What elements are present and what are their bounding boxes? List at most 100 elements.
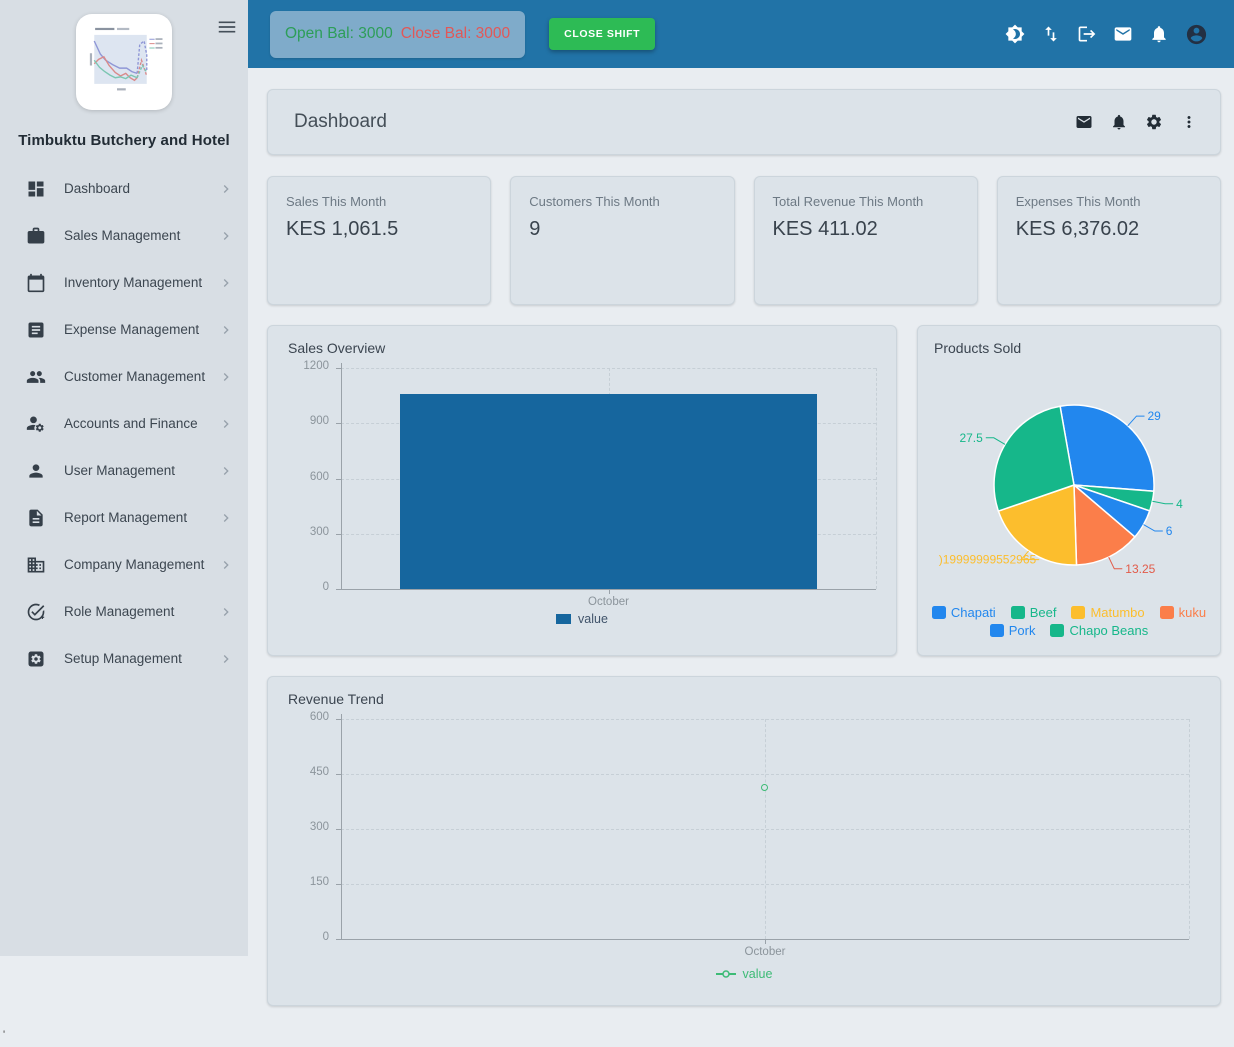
mail-icon[interactable] — [1075, 113, 1093, 131]
stray-mark: ' — [3, 1029, 5, 1041]
chevron-right-icon — [218, 369, 234, 385]
legend-swatch — [990, 624, 1004, 637]
page-header-icons — [1075, 113, 1198, 131]
revenue-trend-card: Revenue Trend 0150300450600October value — [267, 676, 1221, 1006]
chevron-right-icon — [218, 651, 234, 667]
legend-label: Chapo Beans — [1069, 623, 1148, 638]
sidebar-item-report-management[interactable]: Report Management — [0, 494, 248, 541]
stat-value: KES 1,061.5 — [286, 218, 472, 241]
pie-legend-row: Chapati Beef Matumbo kuku — [934, 605, 1204, 620]
chevron-right-icon — [218, 322, 234, 338]
chart-title: Sales Overview — [288, 340, 876, 356]
report-icon — [26, 508, 46, 528]
legend-label: Pork — [1009, 623, 1036, 638]
main-column: Open Bal: 3000 Close Bal: 3000 CLOSE SHI… — [248, 0, 1234, 1006]
person-icon — [26, 461, 46, 481]
sales-legend: value — [288, 612, 876, 626]
sidebar-item-label: User Management — [64, 463, 218, 478]
y-tick-label: 300 — [288, 526, 329, 538]
sidebar-item-label: Sales Management — [64, 228, 218, 243]
sidebar-item-label: Report Management — [64, 510, 218, 525]
legend-label: kuku — [1179, 605, 1206, 620]
chevron-right-icon — [218, 228, 234, 244]
pie-label: 29 — [1148, 409, 1162, 423]
pie-slice-chapati — [1060, 405, 1154, 491]
legend-item-pork: Pork — [990, 623, 1036, 638]
stat-card-expenses: Expenses This Month KES 6,376.02 — [997, 176, 1221, 305]
logout-icon[interactable] — [1077, 24, 1097, 44]
stat-card-revenue: Total Revenue This Month KES 411.02 — [754, 176, 978, 305]
legend-item-chapati: Chapati — [932, 605, 996, 620]
sidebar-item-inventory-management[interactable]: Inventory Management — [0, 259, 248, 306]
legend-label: Matumbo — [1090, 605, 1144, 620]
mail-icon[interactable] — [1113, 24, 1133, 44]
y-axis-line — [341, 714, 342, 939]
data-point-october — [761, 784, 768, 791]
stat-card-customers: Customers This Month 9 — [510, 176, 734, 305]
y-tick-label: 150 — [288, 876, 329, 888]
sidebar-item-customer-management[interactable]: Customer Management — [0, 353, 248, 400]
sales-overview-chart: 03006009001200October — [288, 360, 876, 612]
theme-toggle-icon[interactable] — [1005, 24, 1025, 44]
charts-row: Sales Overview 03006009001200October val… — [267, 325, 1221, 656]
sidebar-item-label: Accounts and Finance — [64, 416, 218, 431]
person-gear-icon — [26, 414, 46, 434]
sidebar-nav: Dashboard Sales Management Inventory Man… — [0, 165, 248, 682]
chart-title: Revenue Trend — [288, 691, 1200, 707]
sidebar-item-sales-management[interactable]: Sales Management — [0, 212, 248, 259]
chart-title: Products Sold — [934, 340, 1204, 356]
topbar: Open Bal: 3000 Close Bal: 3000 CLOSE SHI… — [248, 0, 1234, 68]
content-area: Dashboard Sales This Month KES 1,061.5 C… — [248, 68, 1234, 1006]
x-tick-label: October — [705, 946, 825, 958]
check-circle-icon — [26, 602, 46, 622]
bell-icon[interactable] — [1110, 113, 1128, 131]
sidebar-item-expense-management[interactable]: Expense Management — [0, 306, 248, 353]
gear-icon[interactable] — [1145, 113, 1163, 131]
stat-label: Total Revenue This Month — [773, 194, 959, 209]
legend-line-marker — [716, 969, 736, 979]
pie-label: 13.25 — [1125, 562, 1155, 576]
sidebar-item-user-management[interactable]: User Management — [0, 447, 248, 494]
stat-label: Expenses This Month — [1016, 194, 1202, 209]
pie-label-line — [1109, 557, 1123, 569]
account-icon[interactable] — [1185, 23, 1208, 46]
legend-swatch — [556, 614, 571, 624]
shift-balance-pill: Open Bal: 3000 Close Bal: 3000 — [270, 11, 525, 58]
sales-overview-card: Sales Overview 03006009001200October val… — [267, 325, 897, 656]
pie-legend: Chapati Beef Matumbo kuku Pork Chapo Bea… — [934, 605, 1204, 638]
legend-label: value — [578, 612, 608, 626]
sidebar-item-setup-management[interactable]: Setup Management — [0, 635, 248, 682]
pie-label: )19999999552965 — [939, 553, 1037, 567]
y-tick-label: 600 — [288, 711, 329, 723]
kebab-menu-icon[interactable] — [1180, 113, 1198, 131]
stats-row: Sales This Month KES 1,061.5 Customers T… — [267, 176, 1221, 305]
sidebar: Timbuktu Butchery and Hotel Dashboard Sa… — [0, 0, 248, 956]
legend-label: Beef — [1030, 605, 1057, 620]
products-sold-pie-chart: 294613.25)1999999955296527.5 — [934, 358, 1204, 602]
hamburger-menu-button[interactable] — [216, 16, 238, 38]
y-tick-label: 0 — [288, 581, 329, 593]
sidebar-item-dashboard[interactable]: Dashboard — [0, 165, 248, 212]
bell-icon[interactable] — [1149, 24, 1169, 44]
close-balance: Close Bal: 3000 — [401, 25, 510, 43]
sidebar-item-role-management[interactable]: Role Management — [0, 588, 248, 635]
close-shift-button[interactable]: CLOSE SHIFT — [549, 18, 655, 50]
document-icon — [26, 320, 46, 340]
revenue-trend-chart: 0150300450600October — [288, 711, 1200, 967]
sidebar-item-label: Setup Management — [64, 651, 218, 666]
legend-swatch — [1160, 606, 1174, 619]
y-tick-label: 0 — [288, 931, 329, 943]
building-icon — [26, 555, 46, 575]
sidebar-item-label: Role Management — [64, 604, 218, 619]
dashboard-icon — [26, 179, 46, 199]
sidebar-item-company-management[interactable]: Company Management — [0, 541, 248, 588]
legend-swatch — [1011, 606, 1025, 619]
right-edge-gridline — [1189, 719, 1190, 939]
stat-value: KES 6,376.02 — [1016, 218, 1202, 241]
stat-card-sales: Sales This Month KES 1,061.5 — [267, 176, 491, 305]
legend-swatch — [932, 606, 946, 619]
swap-vertical-icon[interactable] — [1041, 24, 1061, 44]
page-title: Dashboard — [294, 111, 387, 133]
sidebar-item-accounts-and-finance[interactable]: Accounts and Finance — [0, 400, 248, 447]
legend-label: Chapati — [951, 605, 996, 620]
